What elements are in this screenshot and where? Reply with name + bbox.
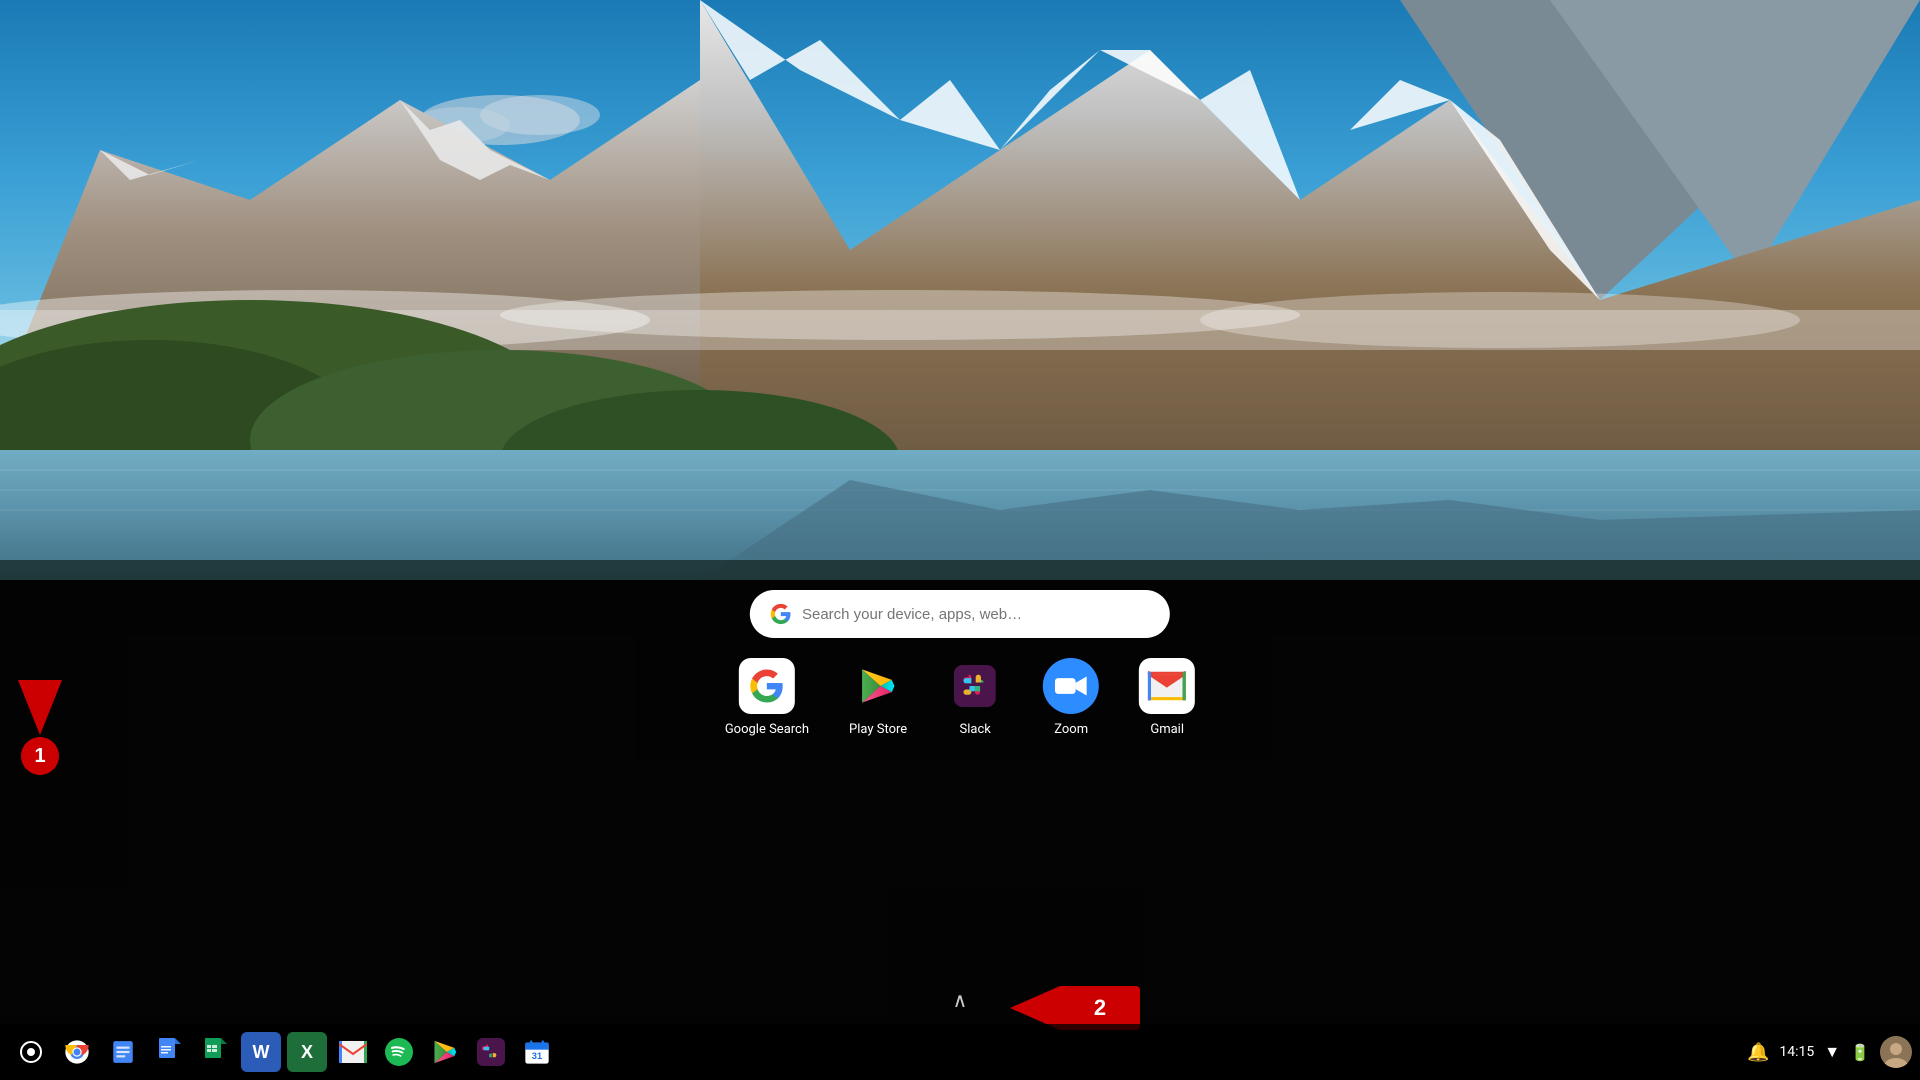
wifi-icon[interactable]: ▼ [1824,1042,1840,1062]
avatar-image [1880,1036,1912,1068]
docs-icon [157,1038,181,1066]
taskbar-calendar[interactable]: 31 [517,1032,557,1072]
taskbar-slack[interactable] [471,1032,511,1072]
app-label-google-search: Google Search [725,722,809,737]
user-avatar[interactable] [1880,1036,1912,1068]
taskbar-spotify[interactable] [379,1032,419,1072]
gmail-taskbar-icon [339,1041,367,1063]
app-label-slack: Slack [959,722,990,737]
arrow-down-shape [18,680,62,735]
system-tray: 🔔 14:15 ▼ 🔋 [1747,1036,1912,1068]
app-label-zoom: Zoom [1054,722,1088,737]
excel-letter: X [301,1042,313,1063]
taskbar-docs[interactable] [149,1032,189,1072]
taskbar-chrome[interactable] [57,1032,97,1072]
taskbar-files[interactable] [103,1032,143,1072]
slack-icon [954,665,996,707]
sheets-icon [203,1038,227,1066]
gmail-icon [1148,671,1186,701]
chrome-icon [63,1038,91,1066]
app-icon-play-store[interactable]: Play Store [849,658,907,737]
play-store-icon [857,665,899,707]
wallpaper [0,0,1920,580]
taskbar-play-store[interactable] [425,1032,465,1072]
svg-text:31: 31 [532,1051,542,1061]
app-label-gmail: Gmail [1150,722,1184,737]
launcher-icon [19,1040,43,1064]
clock[interactable]: 14:15 [1779,1044,1814,1060]
app-icon-gmail[interactable]: Gmail [1139,658,1195,737]
play-store-taskbar-icon [431,1038,459,1066]
app-icons-row: Google Search [725,658,1195,737]
spotify-icon [385,1038,413,1066]
taskbar: W X [0,1024,1920,1080]
taskbar-gmail[interactable] [333,1032,373,1072]
app-icon-slack[interactable]: Slack [947,658,1003,737]
search-bar[interactable] [750,590,1170,638]
word-letter: W [253,1042,270,1063]
zoom-icon [1052,667,1090,705]
search-input[interactable] [802,606,1150,623]
calendar-icon: 31 [523,1038,551,1066]
google-search-icon [749,668,785,704]
app-label-play-store: Play Store [849,722,907,737]
battery-icon[interactable]: 🔋 [1850,1043,1870,1062]
taskbar-sheets[interactable] [195,1032,235,1072]
search-area: Google Search [725,590,1195,737]
files-icon [110,1039,136,1065]
slack-taskbar-icon [477,1038,505,1066]
taskbar-word[interactable]: W [241,1032,281,1072]
chevron-up[interactable]: ∧ [953,988,968,1012]
taskbar-excel[interactable]: X [287,1032,327,1072]
notification-icon[interactable]: 🔔 [1747,1042,1769,1063]
google-g-icon [770,602,792,626]
annotation-number-1: 1 [21,737,59,775]
taskbar-launcher[interactable] [11,1032,51,1072]
app-icon-zoom[interactable]: Zoom [1043,658,1099,737]
annotation-number-2: 2 [1094,995,1106,1021]
annotation-arrow-1: 1 [18,680,62,775]
app-icon-google-search[interactable]: Google Search [725,658,809,737]
